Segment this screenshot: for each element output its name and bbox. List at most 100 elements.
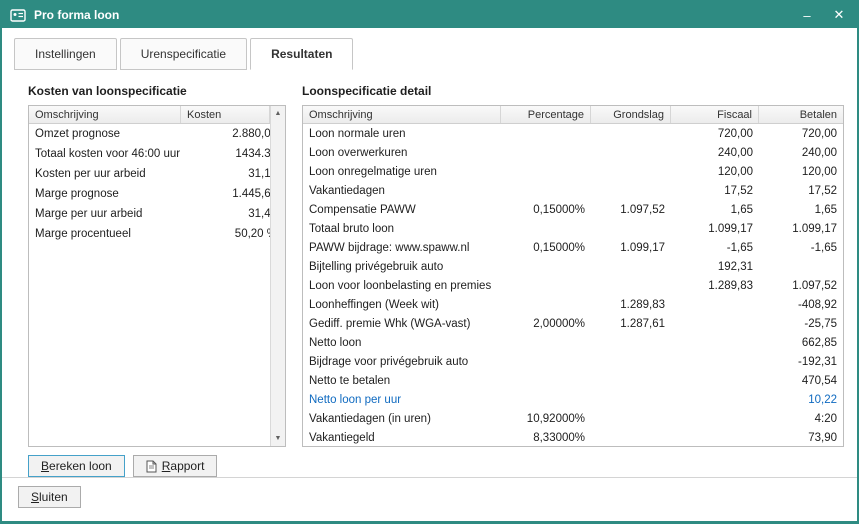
tab-urenspecificatie[interactable]: Urenspecificatie (120, 38, 247, 70)
row-betalen: 720,00 (759, 128, 843, 140)
row-omschrijving: Loon overwerkuren (303, 147, 501, 159)
detail-table-row[interactable]: Compensatie PAWW0,15000%1.097,521,651,65 (303, 200, 843, 219)
detail-table-row[interactable]: Vakantiegeld8,33000%73,90 (303, 428, 843, 447)
kosten-panel-title: Kosten van loonspecificatie (28, 84, 286, 98)
row-betalen: 10,22 (759, 394, 843, 406)
kosten-table-row[interactable]: Marge prognose1.445,65 (29, 184, 285, 204)
loonspecificatie-panel: Loonspecificatie detail Omschrijving Per… (302, 84, 844, 477)
tab-instellingen[interactable]: Instellingen (14, 38, 117, 70)
minimize-button[interactable]: – (791, 2, 823, 28)
tab-resultaten[interactable]: Resultaten (250, 38, 353, 70)
row-betalen: 1.097,52 (759, 280, 843, 292)
titlebar[interactable]: Pro forma loon – ✕ (2, 2, 857, 28)
column-header-kosten[interactable]: Kosten (181, 106, 270, 123)
row-betalen: 240,00 (759, 147, 843, 159)
kosten-table-row[interactable]: Marge procentueel50,20 % (29, 224, 285, 244)
row-betalen: 1.099,17 (759, 223, 843, 235)
bereken-loon-button[interactable]: Bereken loon (28, 455, 125, 477)
row-omschrijving: Marge prognose (29, 188, 181, 200)
detail-table-row[interactable]: Vakantiedagen (in uren)10,92000% 4:20 (303, 409, 843, 428)
row-omschrijving: Netto loon (303, 337, 501, 349)
loonspecificatie-table-header: Omschrijving Percentage Grondslag Fiscaa… (303, 106, 843, 124)
row-omschrijving: Omzet prognose (29, 128, 181, 140)
detail-table-row[interactable]: Bijdrage voor privégebruik auto-192,31 (303, 352, 843, 371)
kosten-table-row[interactable]: Marge per uur arbeid31,43 (29, 204, 285, 224)
kosten-table-row[interactable]: Omzet prognose2.880,00 (29, 124, 285, 144)
dialog-footer: Sluiten (2, 477, 857, 521)
detail-table-row[interactable]: Loonheffingen (Week wit) 1.289,83 -408,92 (303, 295, 843, 314)
row-omschrijving: Bijdrage voor privégebruik auto (303, 356, 501, 368)
column-header-grondslag[interactable]: Grondslag (591, 106, 671, 123)
column-header-fiscaal[interactable]: Fiscaal (671, 106, 759, 123)
detail-table-row[interactable]: Gediff. premie Whk (WGA-vast)2,00000%1.2… (303, 314, 843, 333)
close-button[interactable]: ✕ (823, 2, 855, 28)
row-betalen: 4:20 (759, 413, 843, 425)
row-omschrijving: Compensatie PAWW (303, 204, 501, 216)
row-omschrijving: Totaal bruto loon (303, 223, 501, 235)
detail-table-row[interactable]: Bijtelling privégebruik auto192,31 (303, 257, 843, 276)
row-fiscaal: -1,65 (671, 242, 759, 254)
kosten-table-row[interactable]: Kosten per uur arbeid31,18 (29, 164, 285, 184)
column-header-percentage[interactable]: Percentage (501, 106, 591, 123)
row-fiscaal: 720,00 (671, 128, 759, 140)
kosten-table: Omschrijving Kosten Omzet prognose2.880,… (28, 105, 286, 447)
rapport-label: apport (170, 459, 204, 473)
row-grondslag: 1.099,17 (591, 242, 671, 254)
row-percentage: 8,33000% (501, 432, 591, 444)
kosten-table-body: Omzet prognose2.880,00Totaal kosten voor… (29, 124, 285, 244)
row-omschrijving: Kosten per uur arbeid (29, 168, 181, 180)
tab-bar: Instellingen Urenspecificatie Resultaten (2, 28, 857, 70)
row-omschrijving: Netto loon per uur (303, 394, 501, 406)
row-omschrijving: Loonheffingen (Week wit) (303, 299, 501, 311)
row-omschrijving: Gediff. premie Whk (WGA-vast) (303, 318, 501, 330)
sluiten-button[interactable]: Sluiten (18, 486, 81, 508)
minimize-icon: – (803, 8, 810, 23)
row-betalen: 662,85 (759, 337, 843, 349)
row-grondslag: 1.287,61 (591, 318, 671, 330)
column-header-omschrijving[interactable]: Omschrijving (29, 106, 181, 123)
row-percentage: 10,92000% (501, 413, 591, 425)
row-percentage: 0,15000% (501, 242, 591, 254)
row-percentage: 2,00000% (501, 318, 591, 330)
detail-table-row[interactable]: Loon overwerkuren 240,00240,00 (303, 143, 843, 162)
column-header-omschrijving[interactable]: Omschrijving (303, 106, 501, 123)
bereken-loon-accel: B (41, 459, 49, 473)
detail-table-row[interactable]: PAWW bijdrage: www.spaww.nl0,15000%1.099… (303, 238, 843, 257)
row-betalen: -408,92 (759, 299, 843, 311)
row-omschrijving: Loon voor loonbelasting en premies (303, 280, 501, 292)
detail-table-row[interactable]: Vakantiedagen17,5217,52 (303, 181, 843, 200)
window-title: Pro forma loon (34, 8, 791, 22)
kosten-table-row[interactable]: Totaal kosten voor 46:00 uur1434.35 (29, 144, 285, 164)
vertical-scrollbar[interactable]: ▲ ▼ (270, 106, 285, 446)
row-omschrijving: Vakantiedagen (in uren) (303, 413, 501, 425)
rapport-document-icon (146, 460, 157, 473)
row-betalen: -1,65 (759, 242, 843, 254)
detail-table-row[interactable]: Loon normale uren 720,00720,00 (303, 124, 843, 143)
detail-table-row[interactable]: Loon onregelmatige uren120,00120,00 (303, 162, 843, 181)
row-omschrijving: Loon normale uren (303, 128, 501, 140)
loonspecificatie-panel-title: Loonspecificatie detail (302, 84, 844, 98)
row-omschrijving: Vakantiedagen (303, 185, 501, 197)
row-grondslag: 1.289,83 (591, 299, 671, 311)
scroll-down-icon[interactable]: ▼ (271, 431, 285, 446)
row-omschrijving: Marge procentueel (29, 228, 181, 240)
row-omschrijving: PAWW bijdrage: www.spaww.nl (303, 242, 501, 254)
rapport-button[interactable]: Rapport (133, 455, 218, 477)
row-fiscaal: 240,00 (671, 147, 759, 159)
row-betalen: 120,00 (759, 166, 843, 178)
detail-table-row[interactable]: Loon voor loonbelasting en premies1.289,… (303, 276, 843, 295)
row-omschrijving: Bijtelling privégebruik auto (303, 261, 501, 273)
sluiten-label: luiten (39, 490, 68, 504)
row-omschrijving: Netto te betalen (303, 375, 501, 387)
column-header-betalen[interactable]: Betalen (759, 106, 843, 123)
row-omschrijving: Loon onregelmatige uren (303, 166, 501, 178)
scroll-up-icon[interactable]: ▲ (271, 106, 285, 121)
pro-forma-icon (10, 8, 28, 22)
detail-table-row[interactable]: Netto te betalen470,54 (303, 371, 843, 390)
close-icon: ✕ (834, 7, 845, 23)
rapport-accel: R (162, 459, 171, 473)
loonspecificatie-table: Omschrijving Percentage Grondslag Fiscaa… (302, 105, 844, 447)
detail-table-row[interactable]: Totaal bruto loon1.099,171.099,17 (303, 219, 843, 238)
detail-table-row[interactable]: Netto loon per uur 10,22 (303, 390, 843, 409)
detail-table-row[interactable]: Netto loon 662,85 (303, 333, 843, 352)
